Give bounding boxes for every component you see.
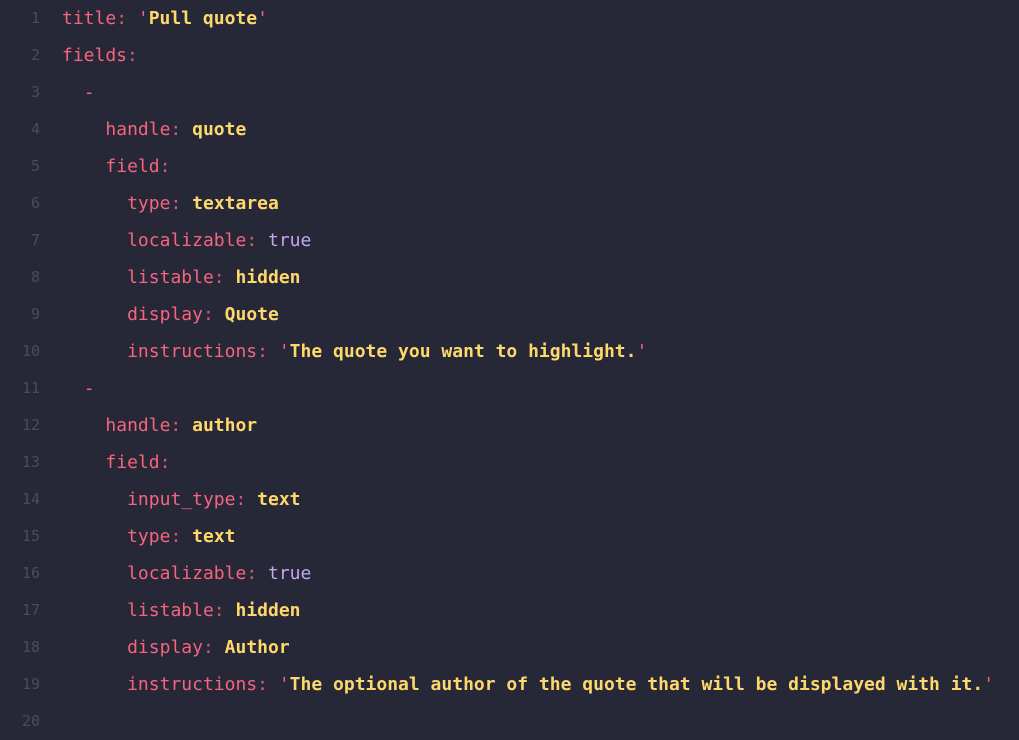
line-number: 20 [21,712,40,730]
token-punct: : [170,119,193,140]
line-number: 17 [21,601,40,619]
token-punct: : [202,304,225,325]
token-key: display [127,304,203,325]
token-str: textarea [192,193,279,214]
token-str: text [257,489,301,510]
token-str: quote [192,119,247,140]
token-key: listable [127,600,214,621]
token-key: handle [105,415,171,436]
token-key: instructions [127,674,258,695]
code-content: localizable: true [127,222,311,259]
line-number: 4 [30,120,40,138]
token-str: author [192,415,258,436]
token-punct: : [235,489,258,510]
code-content: field: [105,444,170,481]
code-content: listable: hidden [127,259,300,296]
line-number: 2 [30,46,40,64]
line-number: 6 [30,194,40,212]
token-key: field [105,452,160,473]
token-str: Quote [224,304,279,325]
token-punct: : [127,45,138,66]
token-punct: : [257,674,279,695]
token-key: instructions [127,341,258,362]
code-editor[interactable]: 1 title: 'Pull quote' 2 fields: 3-4 handle: q… [0,0,1019,740]
code-content: handle: quote [105,111,246,148]
token-bool: true [268,563,312,584]
line-number: 19 [21,675,40,693]
line-number: 16 [21,564,40,582]
token-key: handle [105,119,171,140]
token-key: display [127,637,203,658]
token-str: text [192,526,236,547]
token-key: listable [127,267,214,288]
token-key: localizable [127,563,247,584]
code-content: - [84,370,95,407]
token-bool: true [268,230,312,251]
line-number: 18 [21,638,40,656]
token-punct: : [116,8,138,29]
token-key: title [62,8,117,29]
token-dash: - [83,378,95,399]
token-str: Pull quote [148,8,258,29]
token-punct: : [257,341,279,362]
line-number: 7 [30,231,40,249]
token-str: hidden [235,267,301,288]
token-key: type [127,526,171,547]
line-number: 9 [30,305,40,323]
line-number: 13 [21,453,40,471]
token-str: The quote you want to highlight. [289,341,637,362]
line-number: 15 [21,527,40,545]
token-quote: ' [257,8,268,29]
code-content: field: [105,148,170,185]
line-number: 11 [21,379,40,397]
code-content: display: Quote [127,296,279,333]
code-content: handle: author [105,407,257,444]
token-dash: - [83,82,95,103]
token-quote: ' [983,674,995,695]
line-number: 10 [21,342,40,360]
token-punct: : [159,452,171,473]
token-str: hidden [235,600,301,621]
code-content: fields: [62,37,138,74]
token-punct: : [159,156,171,177]
token-punct: : [170,526,193,547]
token-quote: ' [636,341,648,362]
token-str: Author [224,637,290,658]
line-number: 3 [30,83,40,101]
code-content: instructions: 'The quote you want to hig… [127,333,647,370]
token-punct: : [246,563,268,584]
line-number: 14 [21,490,40,508]
token-punct: : [170,193,193,214]
code-content: display: Author [127,629,290,666]
token-quote: ' [137,8,149,29]
token-punct: : [213,600,236,621]
code-content: instructions: 'The optional author of th… [127,666,994,703]
token-key: localizable [127,230,247,251]
line-number: 12 [21,416,40,434]
line-number: 5 [30,157,40,175]
code-content: localizable: true [127,555,311,592]
line-number: 1 [30,9,40,27]
token-key: field [105,156,160,177]
token-punct: : [246,230,268,251]
code-content: - [84,74,95,111]
token-punct: : [213,267,236,288]
code-content: type: textarea [127,185,279,222]
token-key: input_type [127,489,236,510]
token-quote: ' [278,674,290,695]
code-content: title: 'Pull quote' [62,0,268,37]
code-content: input_type: text [127,481,300,518]
token-punct: : [170,415,193,436]
token-key: type [127,193,171,214]
token-str: The optional author of the quote that wi… [289,674,984,695]
code-content: type: text [127,518,235,555]
code-content: listable: hidden [127,592,300,629]
token-quote: ' [278,341,290,362]
line-number: 8 [30,268,40,286]
token-punct: : [202,637,225,658]
token-key: fields [62,45,128,66]
